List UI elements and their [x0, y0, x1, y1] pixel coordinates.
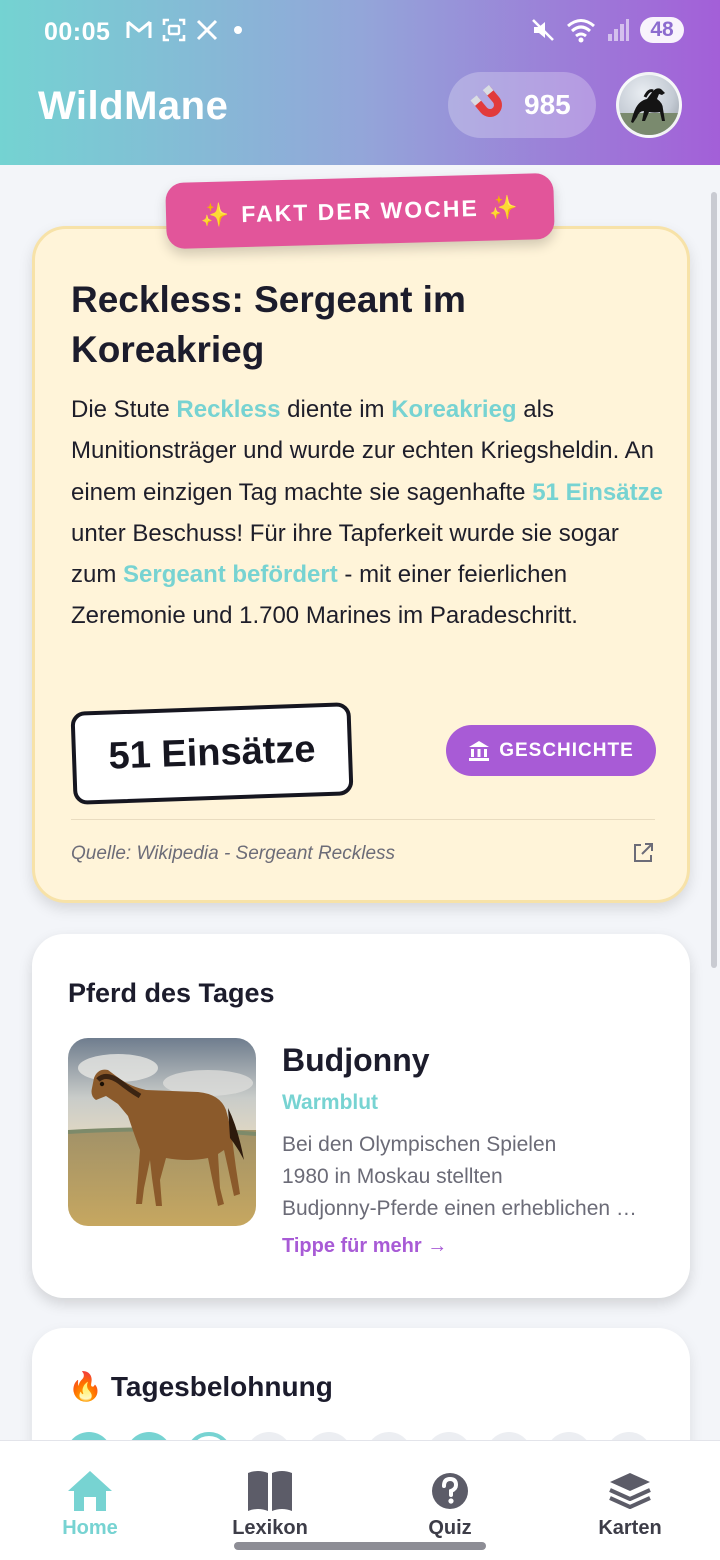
nav-lexikon-label: Lexikon	[232, 1517, 308, 1539]
museum-icon	[469, 740, 490, 761]
signal-icon	[608, 19, 629, 41]
book-icon	[248, 1471, 292, 1511]
layers-icon	[609, 1473, 651, 1509]
fact-highlight: Reckless	[176, 396, 281, 423]
gmail-icon	[126, 20, 152, 38]
horse-photo	[68, 1038, 256, 1226]
system-icons: 48	[530, 17, 684, 43]
coins-value: 985	[524, 89, 571, 120]
horse-more-link[interactable]: Tippe für mehr →	[282, 1235, 447, 1258]
fact-source[interactable]: Quelle: Wikipedia - Sergeant Reckless	[71, 843, 395, 865]
fact-stat-box: 51 Einsätze	[70, 702, 354, 805]
sparkles-icon: ✨	[200, 200, 232, 228]
horse-avatar-icon	[619, 88, 679, 135]
scrollbar[interactable]	[711, 192, 717, 968]
fact-highlight: 51 Einsätze	[532, 478, 663, 506]
magnet-icon	[470, 85, 502, 117]
notification-dot-icon	[234, 26, 242, 34]
fire-icon: 🔥	[68, 1371, 103, 1402]
mute-icon	[532, 19, 554, 41]
app-title: WildMane	[38, 84, 229, 128]
nav-home[interactable]: Home	[30, 1469, 150, 1540]
screenshot-icon	[162, 18, 186, 42]
horse-description: Bei den Olympischen Spielen 1980 in Mosk…	[282, 1129, 660, 1225]
question-icon	[432, 1473, 468, 1509]
external-link-icon[interactable]	[631, 841, 655, 865]
category-history-button[interactable]: GESCHICHTE	[446, 725, 656, 776]
coins-counter[interactable]: 985	[448, 72, 596, 138]
daily-reward-label: Tagesbelohnung	[110, 1370, 333, 1402]
horse-description-line: Budjonny-Pferde einen erheblichen …	[282, 1197, 637, 1220]
horse-image	[68, 1038, 256, 1226]
nav-home-label: Home	[62, 1517, 118, 1539]
fact-text-part: diente im	[280, 396, 392, 423]
horse-breed: Warmblut	[282, 1091, 379, 1114]
fact-title: Reckless: Sergeant im Koreakrieg	[71, 279, 466, 370]
notification-icons	[126, 18, 242, 42]
horse-description-line: Bei den Olympischen Spielen	[282, 1133, 557, 1156]
nav-karten-label: Karten	[598, 1517, 662, 1539]
home-indicator[interactable]	[234, 1542, 486, 1550]
horse-of-day-card[interactable]: Pferd des Tages Budjonny Warmblut Bei de…	[32, 934, 690, 1298]
horse-name: Budjonny	[282, 1042, 430, 1078]
fact-highlight: Koreakrieg	[391, 396, 517, 423]
home-icon	[68, 1471, 112, 1511]
nav-quiz[interactable]: Quiz	[390, 1469, 510, 1540]
app-header: 00:05 48 WildMane 985	[0, 0, 720, 165]
fact-text-part: Die Stute	[71, 396, 177, 423]
status-time: 00:05	[44, 18, 111, 46]
horse-section-title: Pferd des Tages	[68, 978, 275, 1008]
wifi-icon	[567, 19, 595, 43]
nav-quiz-label: Quiz	[428, 1517, 472, 1539]
status-bar: 00:05 48	[0, 14, 720, 54]
divider	[71, 819, 655, 820]
fact-highlight: Sergeant befördert	[123, 561, 338, 589]
sparkles-icon: ✨	[488, 193, 520, 221]
fact-card[interactable]: Reckless: Sergeant im Koreakrieg Die Stu…	[32, 226, 690, 903]
fact-of-week-badge: ✨ FAKT DER WOCHE ✨	[165, 172, 555, 250]
fact-badge-label: FAKT DER WOCHE	[240, 194, 480, 227]
horse-description-line: 1980 in Moskau stellten	[282, 1165, 503, 1188]
x-icon	[196, 19, 218, 41]
daily-reward-title: 🔥 Tagesbelohnung	[68, 1370, 333, 1403]
fact-text: Die Stute Reckless diente im Koreakrieg …	[71, 389, 667, 637]
battery-indicator: 48	[640, 17, 684, 43]
profile-avatar[interactable]	[616, 72, 682, 138]
nav-karten[interactable]: Karten	[570, 1469, 690, 1540]
category-label: GESCHICHTE	[499, 739, 634, 761]
nav-lexikon[interactable]: Lexikon	[210, 1469, 330, 1540]
